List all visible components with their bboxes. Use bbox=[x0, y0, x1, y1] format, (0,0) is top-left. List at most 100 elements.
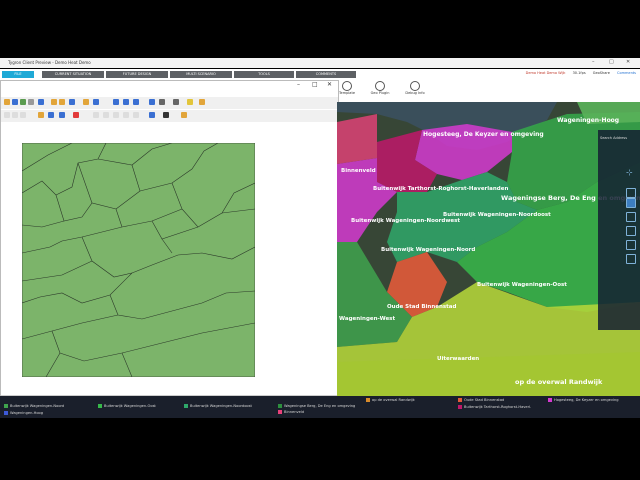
legend-item[interactable]: Buitenwijk Wageningen-Oost bbox=[98, 404, 156, 408]
minimize-button[interactable]: – bbox=[592, 59, 595, 65]
legend-item[interactable]: op de overwal Randwijk bbox=[366, 398, 415, 402]
globe-icon[interactable] bbox=[149, 112, 155, 118]
legend-item[interactable]: Buitenwijk Wageningen-Noord bbox=[4, 404, 64, 408]
layers-icon[interactable] bbox=[626, 188, 636, 198]
legend-swatch bbox=[278, 410, 282, 414]
line-style-icon[interactable] bbox=[173, 99, 179, 105]
close-button[interactable]: ✕ bbox=[626, 59, 630, 65]
label-noordwest: Buitenwijk Wageningen-Noordwest bbox=[351, 218, 460, 224]
geo-plugin-label: Geo Plugin bbox=[370, 91, 390, 95]
geoshare-link[interactable]: GeoShare bbox=[593, 71, 610, 75]
digitize-icon[interactable] bbox=[38, 112, 44, 118]
open-icon[interactable] bbox=[4, 99, 10, 105]
comments-link[interactable]: Comments bbox=[617, 71, 636, 75]
edit-icon[interactable] bbox=[4, 112, 10, 118]
legend-item[interactable]: Buitenwijk Tarthorst-Roghorst-Haverl. bbox=[458, 405, 531, 409]
geo-plugin-button[interactable]: Geo Plugin bbox=[366, 81, 394, 95]
label-noordoost: Buitenwijk Wageningen-Noordoost bbox=[443, 212, 551, 218]
qgis-minimize-button[interactable]: – bbox=[297, 81, 300, 88]
tab-future-design[interactable]: FUTURE DESIGN bbox=[106, 71, 168, 78]
legend-item[interactable]: Wageningse Berg, De Eng en omgeving bbox=[278, 404, 355, 408]
template-icon bbox=[342, 81, 352, 91]
pan-icon[interactable] bbox=[38, 99, 44, 105]
view-3d-icon[interactable] bbox=[626, 198, 636, 208]
legend-item[interactable]: Binnenveld bbox=[278, 410, 304, 414]
tooltip-icon[interactable] bbox=[187, 99, 193, 105]
paste-icon[interactable] bbox=[113, 112, 119, 118]
qgis-toolbar-bottom bbox=[1, 110, 338, 122]
legend-item[interactable]: Hogesteeg, De Keyzer en omgeving bbox=[548, 398, 619, 402]
label-hogesteeg: Hogesteeg, De Keyzer en omgeving bbox=[423, 131, 544, 138]
copy-icon[interactable] bbox=[103, 112, 109, 118]
select-icon[interactable] bbox=[51, 99, 57, 105]
refresh-icon[interactable] bbox=[20, 99, 26, 105]
grid-icon[interactable] bbox=[626, 254, 636, 264]
legend-item[interactable]: Oude Stad Binnenstad bbox=[458, 398, 504, 402]
save-icon[interactable] bbox=[12, 99, 18, 105]
legend-swatch bbox=[4, 404, 8, 408]
qgis-maximize-button[interactable]: □ bbox=[312, 81, 318, 88]
calculator-icon[interactable] bbox=[133, 99, 139, 105]
label-noord: Buitenwijk Wageningen-Noord bbox=[381, 247, 475, 253]
delete-icon[interactable] bbox=[73, 112, 79, 118]
area-binnenveld bbox=[337, 114, 377, 164]
python-icon[interactable] bbox=[163, 112, 169, 118]
star-icon[interactable] bbox=[199, 99, 205, 105]
label-randwijk: op de overwal Randwijk bbox=[515, 378, 603, 386]
tab-tools[interactable]: TOOLS bbox=[234, 71, 294, 78]
split-icon[interactable] bbox=[123, 112, 129, 118]
compass-icon[interactable]: ⊹ bbox=[626, 168, 634, 177]
qgis-window[interactable]: – □ ✕ bbox=[0, 80, 339, 408]
cut-icon[interactable] bbox=[93, 112, 99, 118]
move-feature-icon[interactable] bbox=[59, 112, 65, 118]
label-tarthorst: Buitenwijk Tarthorst-Roghorst-Haverlande… bbox=[373, 186, 508, 192]
legend-swatch bbox=[458, 398, 462, 402]
identify-icon[interactable] bbox=[59, 99, 65, 105]
qgis-map-canvas[interactable] bbox=[1, 123, 336, 395]
legend-bar: Buitenwijk Wageningen-Noord Buitenwijk W… bbox=[0, 396, 640, 418]
settings-icon[interactable] bbox=[28, 99, 34, 105]
query-icon[interactable] bbox=[93, 99, 99, 105]
legend-swatch bbox=[184, 404, 188, 408]
legend-item[interactable]: Wageningen-Hoog bbox=[4, 411, 43, 415]
label-oude-stad: Oude Stad Binnenstad bbox=[387, 304, 456, 310]
measure-icon[interactable] bbox=[113, 99, 119, 105]
zoom-extent-icon[interactable] bbox=[626, 226, 636, 236]
project-name: Demo Heat Demo Wijk bbox=[525, 71, 566, 75]
tab-multi-scenario[interactable]: MULTI SCENARIO bbox=[170, 71, 232, 78]
table-icon[interactable] bbox=[159, 99, 165, 105]
merge-icon[interactable] bbox=[133, 112, 139, 118]
qgis-toolbar-top bbox=[1, 97, 338, 109]
qgis-title-bar: – □ ✕ bbox=[1, 81, 338, 90]
debug-info-button[interactable]: Debug Info bbox=[401, 81, 429, 95]
legend-swatch bbox=[278, 404, 282, 408]
measure-icon[interactable] bbox=[626, 212, 636, 222]
polygon-layer-extent bbox=[22, 143, 255, 377]
redo-icon[interactable] bbox=[20, 112, 26, 118]
qgis-close-button[interactable]: ✕ bbox=[327, 81, 332, 88]
search-address-input[interactable]: Search Address bbox=[600, 136, 627, 140]
legend-item[interactable]: Buitenwijk Wageningen-Noordoost bbox=[184, 404, 252, 408]
zoom-in-icon[interactable] bbox=[69, 99, 75, 105]
label-uiterwaarden: Uiterwaarden bbox=[437, 356, 479, 362]
tab-file[interactable]: FILE bbox=[2, 71, 34, 78]
undo-icon[interactable] bbox=[12, 112, 18, 118]
plugin-icon[interactable] bbox=[181, 112, 187, 118]
label-oost: Buitenwijk Wageningen-Oost bbox=[477, 282, 567, 288]
tab-comments[interactable]: COMMENTS bbox=[296, 71, 356, 78]
tygron-map-view[interactable]: Hogesteeg, De Keyzer en omgeving Wagenin… bbox=[337, 102, 640, 396]
camera-icon[interactable] bbox=[626, 240, 636, 250]
status-area: Demo Heat Demo Wijk 30.1fps GeoShare Com… bbox=[520, 71, 636, 75]
geo-plugin-icon bbox=[375, 81, 385, 91]
template-label: Template bbox=[339, 91, 355, 95]
map-tools-panel: Search Address ⊹ bbox=[598, 130, 640, 330]
layer-icon[interactable] bbox=[83, 99, 89, 105]
gear-icon[interactable] bbox=[123, 99, 129, 105]
sigma-icon[interactable] bbox=[149, 99, 155, 105]
legend-swatch bbox=[4, 411, 8, 415]
maximize-button[interactable]: □ bbox=[609, 59, 614, 65]
tab-current-situation[interactable]: CURRENT SITUATION bbox=[42, 71, 104, 78]
neighbourhood-polygons-map[interactable] bbox=[22, 143, 255, 377]
window-title-bar: Tygron Client Preview - Demo Heat Demo –… bbox=[0, 58, 640, 68]
node-tool-icon[interactable] bbox=[48, 112, 54, 118]
